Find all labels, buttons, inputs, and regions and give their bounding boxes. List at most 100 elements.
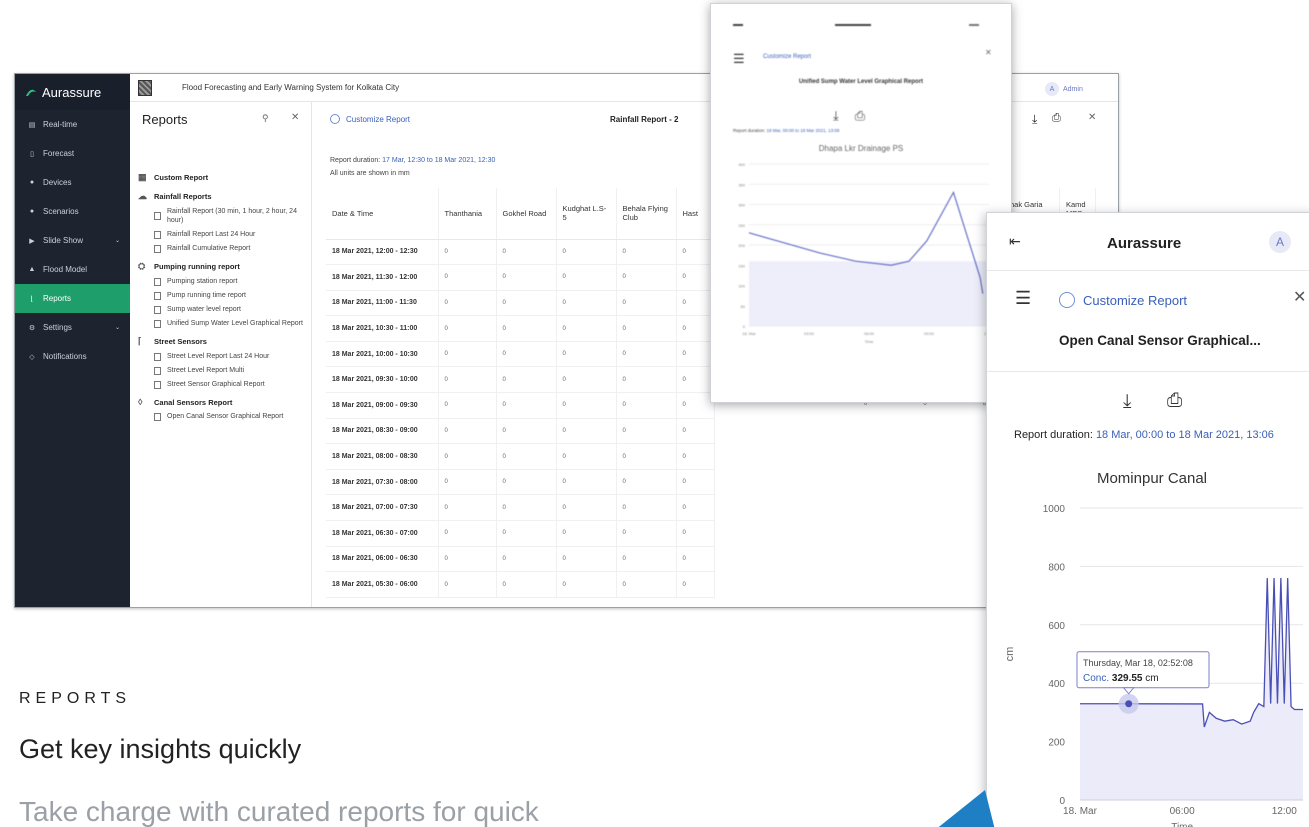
- sump-customize-report[interactable]: Customize Report: [763, 54, 811, 60]
- cell-value: 0: [556, 520, 617, 547]
- report-link[interactable]: Street Level Report Multi: [154, 366, 303, 375]
- cell-value: 0: [676, 341, 715, 368]
- report-link[interactable]: Street Level Report Last 24 Hour: [154, 352, 303, 361]
- report-group[interactable]: ☁ Rainfall Reports: [138, 191, 303, 202]
- sump-download-icon[interactable]: ⤓: [833, 108, 855, 123]
- sump-duration-value: 18 Mar, 00:00 to 18 Mar 2021, 13:09: [766, 128, 840, 133]
- admin-badge[interactable]: A Admin: [1045, 82, 1083, 96]
- cell-value: 0: [438, 239, 497, 266]
- sump-print-icon[interactable]: ⎙: [855, 108, 881, 123]
- cell-value: 0: [556, 469, 617, 496]
- report-link[interactable]: Pumping station report: [154, 277, 303, 286]
- sump-close-icon[interactable]: ✕: [985, 48, 992, 57]
- report-link-label: Rainfall Report (30 min, 1 hour, 2 hour,…: [167, 208, 297, 224]
- canal-chart-title: Mominpur Canal: [1096, 470, 1208, 487]
- sidebar-item-slide-show[interactable]: ▶ Slide Show ⌄: [15, 226, 130, 255]
- report-link[interactable]: Pump running time report: [154, 291, 303, 300]
- cell-value: 0: [556, 290, 617, 317]
- mobile-customize-report[interactable]: Customize Report: [1059, 292, 1187, 308]
- report-link[interactable]: Sump water level report: [154, 305, 303, 314]
- cell-value: 0: [496, 290, 557, 317]
- flood-icon: ▲: [28, 266, 36, 273]
- area-fill: [749, 261, 989, 326]
- custom-report-label: Custom Report: [154, 173, 209, 182]
- duration-label: Report duration:: [330, 157, 383, 164]
- document-icon: [154, 291, 161, 300]
- cell-value: 0: [616, 366, 677, 394]
- cell-value: 0: [438, 290, 497, 317]
- close-icon[interactable]: ✕: [291, 112, 299, 123]
- cell-value: 0: [676, 546, 715, 573]
- report-group[interactable]: ⛭ Pumping running report: [138, 261, 303, 272]
- brand-name: Aurassure: [42, 84, 102, 100]
- menu-icon[interactable]: ☰: [733, 51, 745, 67]
- download-icon[interactable]: ⤓: [1032, 112, 1037, 127]
- sidebar-item-devices[interactable]: ● Devices: [15, 168, 130, 197]
- cell-value: 0: [556, 239, 617, 266]
- cell-value: 0: [438, 366, 497, 394]
- report-link[interactable]: Rainfall Cumulative Report: [154, 244, 303, 253]
- avatar[interactable]: A: [1269, 231, 1291, 253]
- customize-report-button[interactable]: Customize Report: [330, 114, 410, 124]
- row-datetime: 18 Mar 2021, 12:00 - 12:30: [326, 239, 439, 266]
- cell-value: 0: [616, 494, 677, 522]
- row-datetime: 18 Mar 2021, 07:00 - 07:30: [326, 494, 439, 522]
- sidebar-item-scenarios[interactable]: ● Scenarios: [15, 197, 130, 226]
- canal-level-chart: 02004006008001000cm18. Mar06:0012:00Time…: [1004, 504, 1303, 827]
- list-menu-icon[interactable]: ☰: [1015, 288, 1031, 309]
- aurassure-logo-icon: [26, 89, 36, 96]
- document-icon: [154, 230, 161, 239]
- print-icon[interactable]: ⎙: [1052, 112, 1061, 125]
- admin-label: Admin: [1063, 85, 1083, 93]
- report-link[interactable]: Unified Sump Water Level Graphical Repor…: [154, 319, 303, 328]
- report-group-title: Pumping running report: [154, 262, 240, 271]
- y-tick-label: 200: [738, 243, 745, 248]
- highlight-point[interactable]: [1125, 700, 1133, 708]
- mobile-print-icon[interactable]: ⎙: [1167, 390, 1182, 412]
- report-group-title: Canal Sensors Report: [154, 397, 233, 407]
- y-tick-label: 1000: [1043, 504, 1066, 515]
- mobile-close-icon[interactable]: ✕: [1293, 287, 1306, 307]
- y-tick-label: 400: [1048, 679, 1065, 690]
- sidebar-item-reports[interactable]: ⌊ Reports: [15, 284, 130, 313]
- custom-report-link[interactable]: ▦ Custom Report: [138, 172, 303, 183]
- report-link[interactable]: Rainfall Report (30 min, 1 hour, 2 hour,…: [154, 207, 303, 225]
- y-tick-label: 800: [1048, 562, 1065, 573]
- canal-duration-label: Report duration:: [1014, 429, 1096, 441]
- gear-icon: ⚙: [28, 324, 36, 332]
- report-link[interactable]: Street Sensor Graphical Report: [154, 380, 303, 389]
- report-link[interactable]: Rainfall Report Last 24 Hour: [154, 230, 303, 239]
- sidebar-item-real-time[interactable]: ▤ Real-time: [15, 110, 130, 139]
- sidebar-item-settings[interactable]: ⚙ Settings ⌄: [15, 313, 130, 342]
- cell-value: 0: [676, 366, 715, 394]
- column-header: Gokhel Road: [496, 188, 557, 240]
- canal-duration: Report duration: 18 Mar, 00:00 to 18 Mar…: [1014, 427, 1304, 444]
- sidebar-item-label: Reports: [43, 294, 72, 303]
- cell-value: 0: [556, 341, 617, 368]
- table-row: 18 Mar 2021, 08:00 - 08:30 0 0 0 0 0: [326, 443, 715, 470]
- close-report-icon[interactable]: ✕: [1088, 112, 1096, 123]
- search-icon[interactable]: ⚲: [262, 113, 269, 124]
- y-tick-label: 50: [741, 304, 746, 309]
- sidebar-item-flood-model[interactable]: ▲ Flood Model: [15, 255, 130, 284]
- x-tick-label: 18. Mar: [1063, 806, 1098, 817]
- sidebar-item-forecast[interactable]: ▯ Forecast: [15, 139, 130, 168]
- mobile-download-icon[interactable]: ⤓: [1123, 391, 1131, 413]
- mobile-header: ⇤ Aurassure A: [987, 213, 1309, 271]
- cell-value: 0: [676, 494, 715, 522]
- y-tick-label: 300: [738, 203, 745, 208]
- mobile-brand: Aurassure: [1107, 235, 1182, 252]
- group-icon: ◊: [138, 397, 143, 407]
- y-tick-label: 350: [738, 182, 745, 187]
- report-link[interactable]: Open Canal Sensor Graphical Report: [154, 412, 303, 421]
- popup-topbar-avatar-mark: [969, 24, 979, 26]
- document-icon: [154, 366, 161, 375]
- back-icon[interactable]: ⇤: [1009, 233, 1021, 250]
- sidebar-item-notifications[interactable]: ◇ Notifications: [15, 342, 130, 371]
- cell-value: 0: [676, 264, 715, 291]
- table-header-row: Date & Time Thanthania Gokhel Road Kudghat …: [326, 188, 715, 240]
- brand[interactable]: Aurassure: [15, 74, 130, 110]
- report-group[interactable]: ◊ Canal Sensors Report: [138, 397, 303, 407]
- report-group[interactable]: ⌈ Street Sensors: [138, 336, 303, 347]
- report-link-label: Street Level Report Last 24 Hour: [167, 353, 270, 360]
